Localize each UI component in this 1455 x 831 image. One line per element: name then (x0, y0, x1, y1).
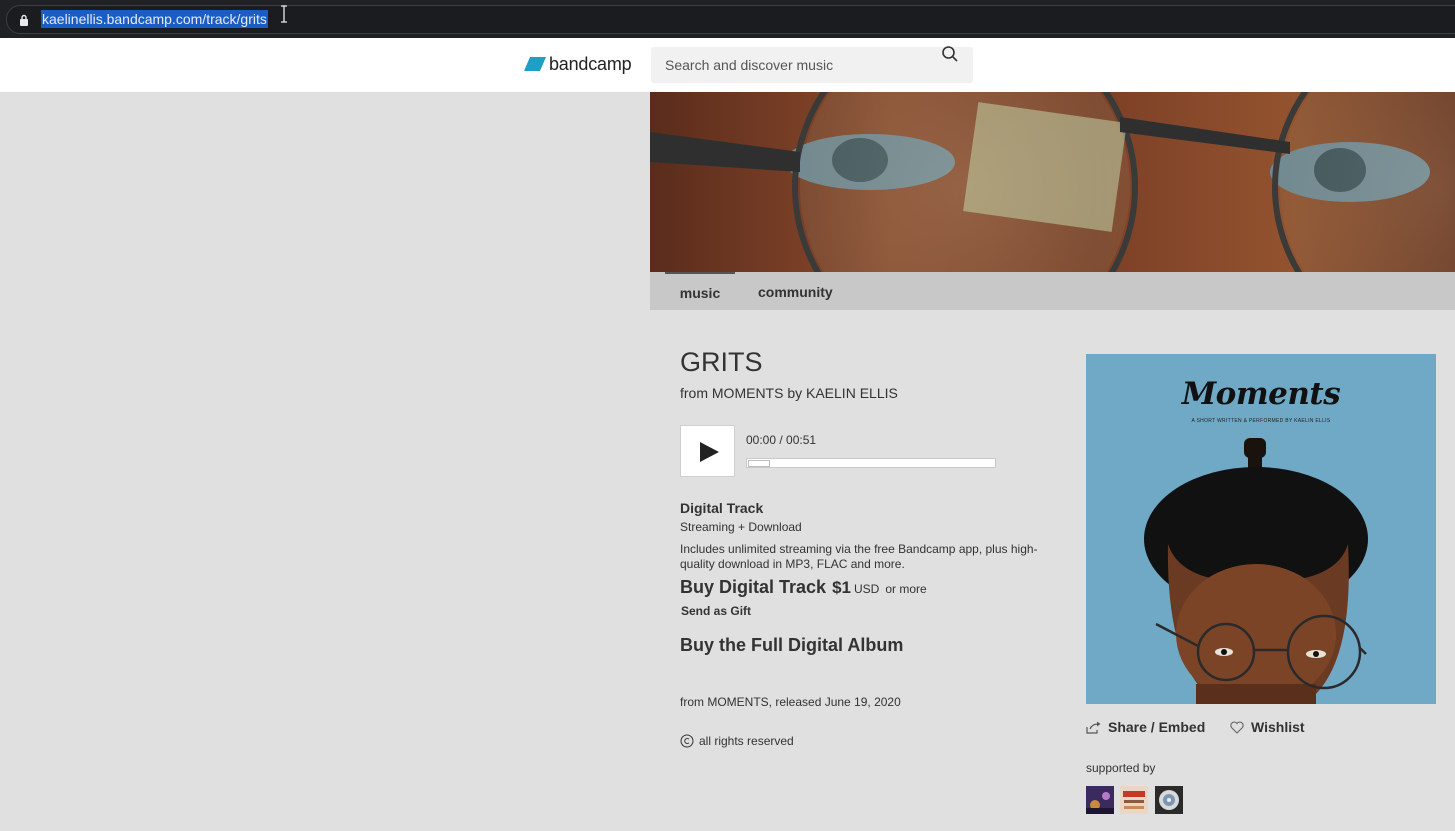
url-field[interactable]: kaelinellis.bandcamp.com/track/grits (6, 5, 1455, 34)
share-embed-button[interactable]: Share / Embed (1086, 719, 1205, 735)
album-art-title: Moments (1181, 376, 1341, 412)
lock-icon (20, 14, 28, 26)
track-title: GRITS (680, 347, 763, 377)
supported-by-label: supported by (1086, 761, 1156, 775)
tab-community[interactable]: community (758, 272, 833, 310)
or-more: or more (885, 582, 927, 596)
supporter-avatar[interactable] (1086, 786, 1114, 814)
release-info: from MOMENTS, released June 19, 2020 (680, 695, 901, 709)
url-text[interactable]: kaelinellis.bandcamp.com/track/grits (41, 10, 268, 28)
artist-nav: music community (650, 272, 1455, 310)
play-button[interactable] (680, 425, 735, 477)
album-art-subtitle: A SHORT WRITTEN & PERFORMED BY KAELIN EL… (1191, 418, 1331, 424)
bandcamp-logo-icon (524, 57, 546, 71)
supporter-avatar[interactable] (1155, 786, 1183, 814)
playback-time: 00:00 / 00:51 (746, 433, 817, 447)
search-icon[interactable] (941, 45, 959, 63)
copyright-icon (680, 734, 694, 748)
buy-full-album-button[interactable]: Buy the Full Digital Album (680, 635, 903, 656)
track-from-line[interactable]: from MOMENTS by KAELIN ELLIS (680, 385, 898, 401)
currency: USD (853, 582, 880, 596)
rights-info: all rights reserved (680, 734, 794, 748)
text-cursor-icon (281, 5, 287, 23)
heart-icon (1230, 721, 1244, 734)
buy-label: Buy Digital Track (680, 577, 827, 597)
digital-track-title[interactable]: Digital Track (680, 500, 763, 516)
wishlist-label: Wishlist (1251, 719, 1305, 735)
share-label: Share / Embed (1108, 719, 1206, 735)
tab-music[interactable]: music (665, 272, 735, 310)
bandcamp-logo[interactable]: bandcamp (524, 52, 632, 76)
search-input[interactable] (651, 47, 945, 83)
site-header: bandcamp (0, 38, 1455, 93)
send-as-gift-link[interactable]: Send as Gift (681, 604, 751, 618)
digital-track-description: Includes unlimited streaming via the fre… (680, 542, 1038, 571)
share-icon (1086, 721, 1101, 734)
digital-track-subtitle: Streaming + Download (680, 520, 802, 534)
progress-bar[interactable] (746, 458, 996, 468)
artist-banner-image (650, 92, 1455, 272)
play-icon (700, 442, 719, 462)
supporter-avatar[interactable] (1120, 786, 1148, 814)
progress-thumb[interactable] (748, 460, 770, 467)
browser-address-bar: kaelinellis.bandcamp.com/track/grits (0, 0, 1455, 38)
logo-text: bandcamp (549, 53, 632, 74)
rights-text: all rights reserved (699, 734, 794, 748)
album-art[interactable]: Moments A SHORT WRITTEN & PERFORMED BY K… (1086, 354, 1436, 704)
search-box (651, 47, 973, 83)
price: $1 (832, 578, 851, 597)
wishlist-button[interactable]: Wishlist (1230, 719, 1305, 735)
buy-digital-track-button[interactable]: Buy Digital Track $1 USD or more (680, 577, 927, 598)
